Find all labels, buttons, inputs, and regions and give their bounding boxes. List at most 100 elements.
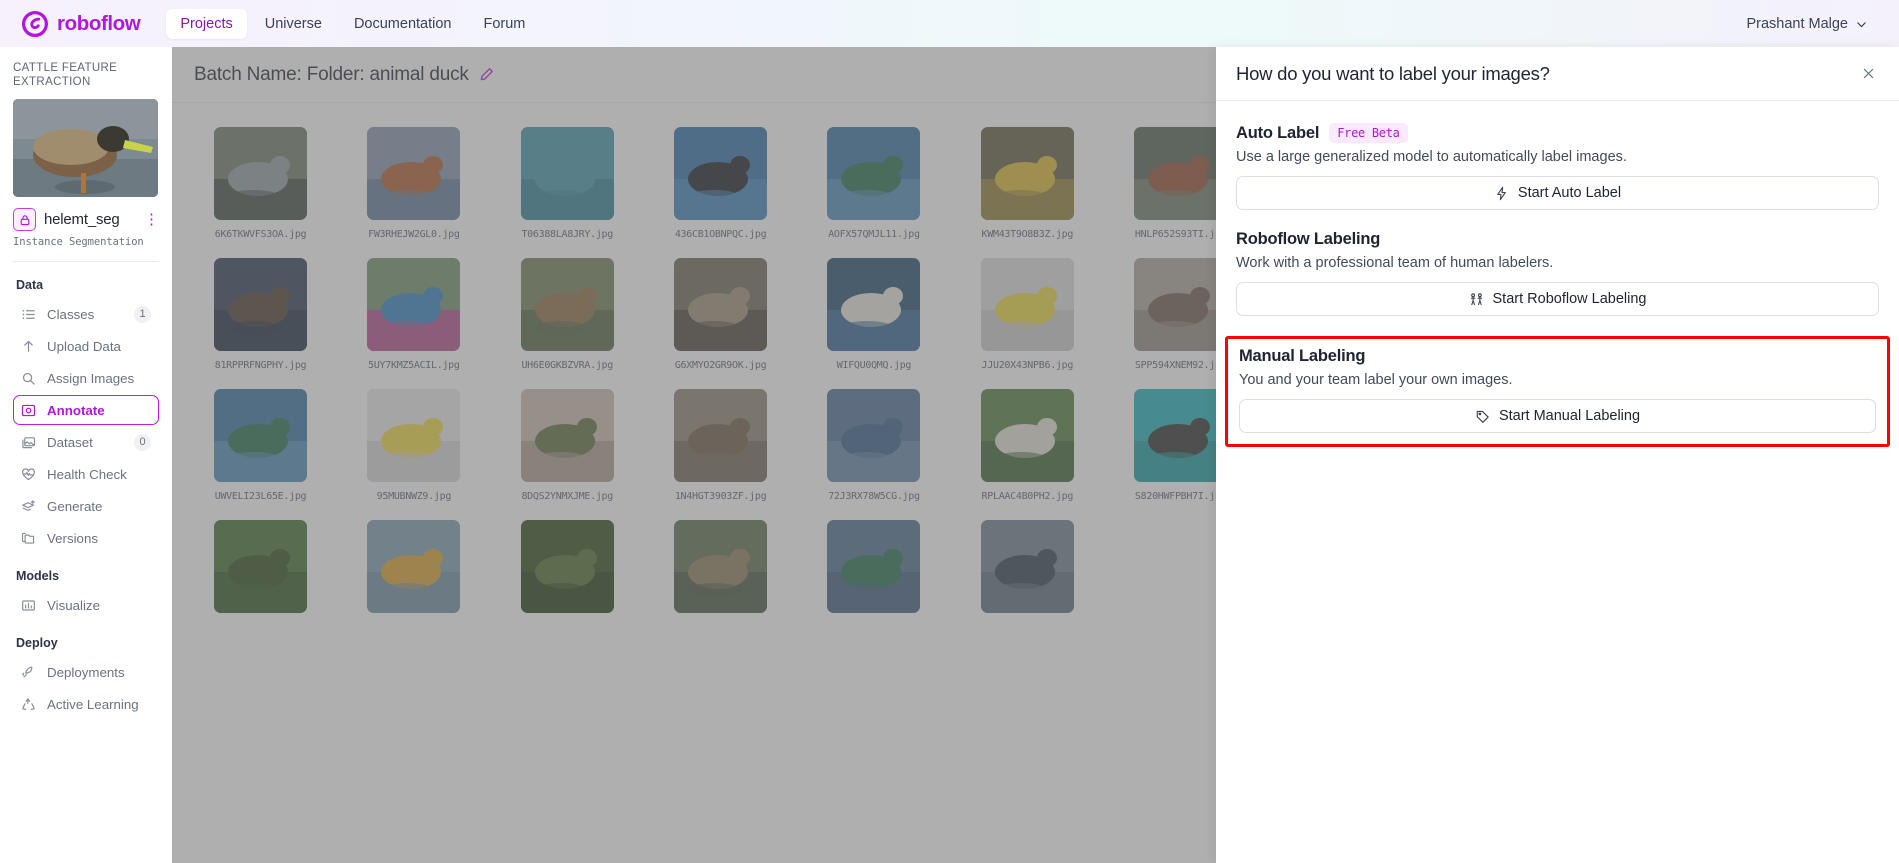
list-icon	[21, 307, 36, 322]
image-thumbnail[interactable]	[674, 127, 768, 220]
nav-item-documentation[interactable]: Documentation	[340, 9, 466, 39]
image-card[interactable]: T06388LA8JRY.jpg	[499, 117, 636, 248]
image-thumbnail[interactable]	[674, 389, 768, 482]
workspace-name: CATTLE FEATURE EXTRACTION	[13, 62, 118, 88]
image-card[interactable]: 5UY7KMZ5ACIL.jpg	[345, 248, 482, 379]
image-filename: G6XMYO2GR9OK.jpg	[674, 360, 767, 371]
image-thumbnail[interactable]	[520, 520, 614, 613]
image-filename: JJU20X43NPB6.jpg	[981, 360, 1074, 371]
kebab-menu-icon[interactable]: ⋮	[144, 212, 159, 227]
sidebar-item-assign-images[interactable]: Assign Images	[13, 363, 159, 393]
button-label: Start Roboflow Labeling	[1492, 291, 1647, 307]
image-thumbnail[interactable]	[520, 127, 614, 220]
sidebar-item-label: Deployments	[47, 664, 125, 680]
image-thumbnail[interactable]	[980, 127, 1074, 220]
recycle-icon	[21, 697, 36, 712]
image-thumbnail[interactable]	[214, 389, 307, 482]
image-card[interactable]: KWM43T9O8B3Z.jpg	[959, 117, 1096, 248]
image-card[interactable]: 72J3RX78W5CG.jpg	[805, 379, 942, 510]
sidebar-item-active-learning[interactable]: Active Learning	[13, 689, 159, 719]
image-card[interactable]: 1N4HGT3903ZF.jpg	[652, 379, 789, 510]
image-card[interactable]: WIFQU0QMQ.jpg	[805, 248, 942, 379]
start-roboflow-labeling-button[interactable]: Start Roboflow Labeling	[1236, 282, 1879, 316]
image-filename: WIFQU0QMQ.jpg	[836, 360, 912, 371]
image-filename: SPP594XNEM92.jpg	[1134, 360, 1227, 371]
option-title-row: Auto Label Free Beta	[1236, 123, 1879, 143]
image-thumbnail[interactable]	[827, 520, 921, 613]
image-card[interactable]: JJU20X43NPB6.jpg	[959, 248, 1096, 379]
option-description: Work with a professional team of human l…	[1236, 255, 1554, 271]
start-auto-label-button[interactable]: Start Auto Label	[1236, 176, 1879, 210]
image-card[interactable]	[499, 510, 636, 630]
lock-icon	[13, 208, 36, 231]
sidebar-item-upload-data[interactable]: Upload Data	[13, 331, 159, 361]
image-thumbnail[interactable]	[827, 258, 921, 351]
image-card[interactable]: RPLAAC4B0PH2.jpg	[959, 379, 1096, 510]
image-thumbnail[interactable]	[1134, 127, 1228, 220]
user-menu[interactable]: Prashant Malge	[1746, 16, 1877, 32]
roboflow-logo-icon	[22, 10, 48, 37]
brand-logo[interactable]: roboflow	[22, 10, 141, 37]
image-thumbnail[interactable]	[980, 520, 1074, 613]
sidebar-item-versions[interactable]: Versions	[13, 523, 159, 553]
image-thumbnail[interactable]	[214, 258, 307, 351]
annotate-icon	[21, 403, 36, 418]
upload-icon	[21, 339, 36, 354]
image-thumbnail[interactable]	[674, 520, 768, 613]
image-card[interactable]: 81RPPRFNGPHY.jpg	[192, 248, 329, 379]
image-filename: AOFX57QMJL11.jpg	[828, 229, 920, 240]
image-card[interactable]: 6K6TKWVFS3OA.jpg	[192, 117, 329, 248]
image-card[interactable]	[805, 510, 942, 630]
image-thumbnail[interactable]	[980, 389, 1074, 482]
image-card[interactable]	[345, 510, 482, 630]
image-filename: 1N4HGT3903ZF.jpg	[674, 491, 767, 502]
sidebar-item-visualize[interactable]: Visualize	[13, 590, 159, 620]
sidebar-item-health-check[interactable]: Health Check	[13, 459, 159, 489]
image-card[interactable]: 8DQS2YNMXJME.jpg	[499, 379, 636, 510]
sidebar-item-generate[interactable]: Generate	[13, 491, 159, 521]
folders-icon	[21, 531, 36, 546]
image-filename: 95MUBNWZ9.jpg	[376, 491, 452, 502]
image-thumbnail[interactable]	[827, 389, 921, 482]
image-card[interactable]: 436CB1OBNPQC.jpg	[652, 117, 789, 248]
image-card[interactable]: FW3RHEJW2GL0.jpg	[345, 117, 482, 248]
image-card[interactable]: UWVELI23L65E.jpg	[192, 379, 329, 510]
image-thumbnail[interactable]	[1134, 258, 1228, 351]
image-thumbnail[interactable]	[1134, 389, 1228, 482]
image-card[interactable]: G6XMYO2GR9OK.jpg	[652, 248, 789, 379]
image-thumbnail[interactable]	[520, 258, 614, 351]
image-filename: UWVELI23L65E.jpg	[214, 491, 307, 502]
image-thumbnail[interactable]	[674, 258, 768, 351]
image-thumbnail[interactable]	[367, 520, 461, 613]
image-thumbnail[interactable]	[520, 389, 614, 482]
image-filename: 72J3RX78W5CG.jpg	[828, 491, 920, 502]
edit-pencil-icon[interactable]	[479, 67, 494, 82]
image-thumbnail[interactable]	[214, 520, 307, 613]
sidebar-item-deployments[interactable]: Deployments	[13, 657, 159, 687]
image-thumbnail[interactable]	[367, 389, 461, 482]
nav-item-projects[interactable]: Projects	[166, 8, 247, 39]
drawer-header: How do you want to label your images?	[1216, 47, 1899, 101]
image-thumbnail[interactable]	[827, 127, 921, 220]
image-card[interactable]: UH6E0GKBZVRA.jpg	[499, 248, 636, 379]
image-thumbnail[interactable]	[214, 127, 307, 220]
image-card[interactable]	[652, 510, 789, 630]
nav-item-forum[interactable]: Forum	[469, 9, 539, 39]
image-thumbnail[interactable]	[367, 127, 461, 220]
image-card[interactable]: AOFX57QMJL11.jpg	[805, 117, 942, 248]
sidebar-item-dataset[interactable]: Dataset 0	[13, 427, 159, 457]
nav-item-universe[interactable]: Universe	[251, 9, 336, 39]
image-card[interactable]	[959, 510, 1096, 630]
sidebar-item-annotate[interactable]: Annotate	[13, 395, 159, 425]
image-filename: FW3RHEJW2GL0.jpg	[368, 229, 460, 240]
image-card[interactable]	[192, 510, 329, 630]
image-thumbnail[interactable]	[980, 258, 1074, 351]
status-badge: Free Beta	[1329, 123, 1408, 143]
image-card[interactable]: 95MUBNWZ9.jpg	[345, 379, 482, 510]
close-icon[interactable]	[1859, 65, 1877, 83]
sidebar-item-classes[interactable]: Classes 1	[13, 299, 159, 329]
option-roboflow-labeling: Roboflow Labeling Work with a profession…	[1236, 230, 1879, 316]
start-manual-labeling-button[interactable]: Start Manual Labeling	[1239, 399, 1876, 433]
image-thumbnail[interactable]	[367, 258, 461, 351]
drawer-title: How do you want to label your images?	[1236, 62, 1550, 84]
